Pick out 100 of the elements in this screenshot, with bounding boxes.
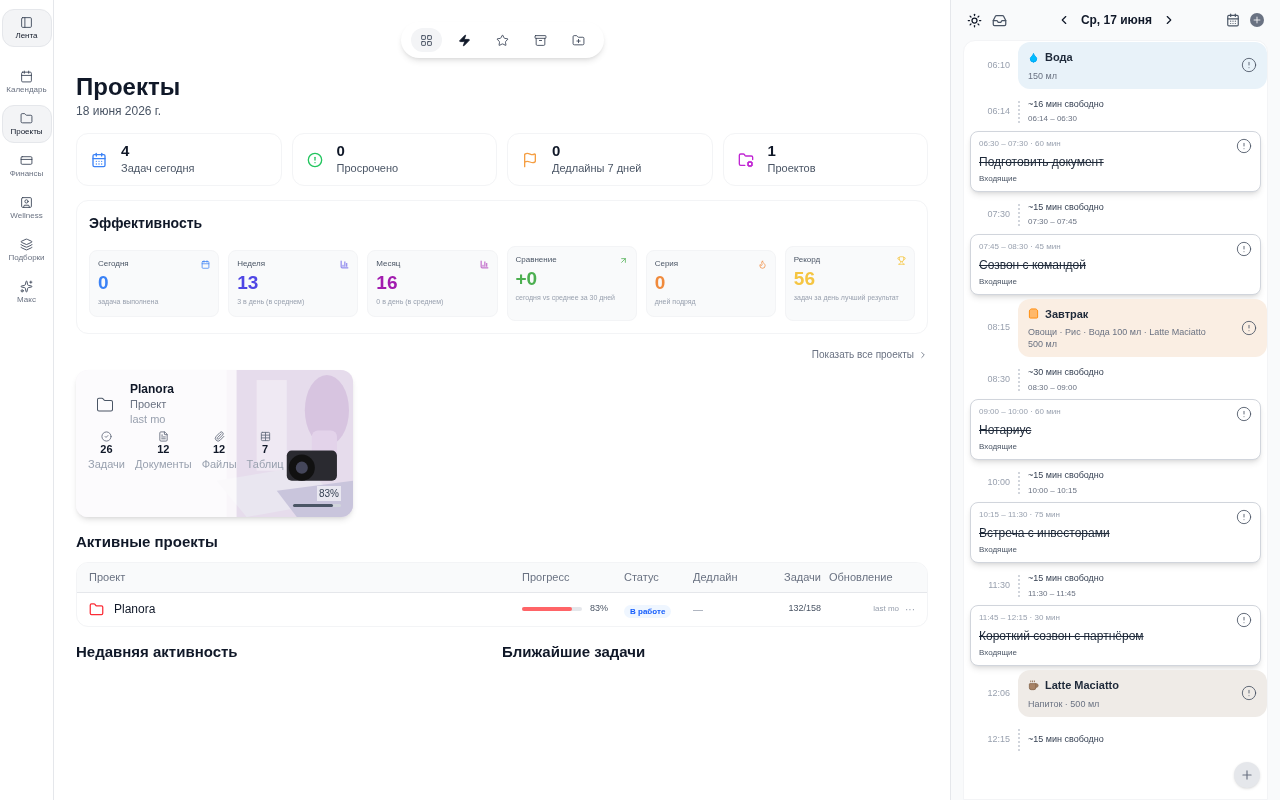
count-value: 26 xyxy=(100,442,113,456)
meal-detail: Напиток · 500 мл xyxy=(1028,697,1101,710)
sidebar-item[interactable]: Финансы xyxy=(1,147,52,185)
task-card[interactable]: 06:30 – 07:30 · 60 мин Подготовить документ Входящие xyxy=(970,130,1261,192)
metric-label: Сегодня xyxy=(98,258,129,270)
page-title: Проекты xyxy=(76,72,182,102)
time-label: 08:30 xyxy=(986,373,1010,387)
time-label: 11:30 xyxy=(987,579,1010,593)
section-title: Активные проекты xyxy=(76,532,219,552)
card-icon xyxy=(20,154,33,167)
section-title: Ближайшие задачи xyxy=(502,641,647,662)
column-header: Статус xyxy=(624,569,660,585)
meal-title: Вода xyxy=(1045,50,1073,65)
alert-icon[interactable] xyxy=(1236,240,1252,257)
chevron-icon xyxy=(918,349,928,360)
meal-card[interactable]: Завтрак Овощи · Рис · Вода 100 мл · Latte Maciatto 500 мл xyxy=(1018,298,1267,357)
free-time-label: ~15 мин свободно xyxy=(1028,572,1104,586)
time-range: 08:30 – 09:00 xyxy=(1028,381,1078,394)
task-title: Нотариус xyxy=(979,422,1033,439)
time-range: 06:14 – 06:30 xyxy=(1028,113,1078,126)
time-range: 11:30 – 11:45 xyxy=(1028,587,1077,600)
add-button[interactable] xyxy=(1250,13,1264,27)
free-time-label: ~15 мин свободно xyxy=(1028,469,1104,483)
project-name: Planora xyxy=(130,382,174,397)
time-range: 11:45 – 12:15 · 30 мин xyxy=(979,612,1061,624)
calendar-icon[interactable] xyxy=(1226,13,1240,27)
count-label: Файлы xyxy=(201,457,237,472)
sun-icon[interactable] xyxy=(967,12,982,28)
alert-icon[interactable] xyxy=(1241,685,1257,702)
star-icon xyxy=(495,33,509,47)
page-date: 18 июня 2026 г. xyxy=(76,103,163,120)
meal-card[interactable]: Вода 150 мл xyxy=(1018,42,1267,89)
task-card[interactable]: 11:45 – 12:15 · 30 мин Короткий созвон с партнёром Входящие xyxy=(970,605,1261,666)
dotted-line xyxy=(1018,369,1020,391)
meal-detail: 150 мл xyxy=(1028,69,1058,82)
inbox-icon[interactable] xyxy=(992,12,1007,28)
alert-icon[interactable] xyxy=(1236,612,1252,628)
alert-icon[interactable] xyxy=(1241,319,1257,336)
metric-value: 56 xyxy=(793,268,816,290)
count-label: Таблиц xyxy=(246,457,284,472)
free-time-label: ~15 мин свободно xyxy=(1028,200,1104,214)
column-header: Задачи xyxy=(783,569,821,585)
time-range: 07:45 – 08:30 · 45 мин xyxy=(979,240,1062,253)
time-label: 12:15 xyxy=(986,732,1010,746)
column-header: Обновление xyxy=(829,569,893,585)
task-card[interactable]: 10:15 – 11:30 · 75 мин Встреча с инвесторами Входящие xyxy=(970,502,1261,563)
dotted-line xyxy=(1018,100,1020,123)
alert-icon[interactable] xyxy=(1236,406,1252,422)
sidebar-item[interactable]: Подборки xyxy=(1,231,52,269)
count-label: Документы xyxy=(134,457,192,472)
task-list-label: Входящие xyxy=(979,172,1018,185)
count-value: 12 xyxy=(157,442,170,456)
column-header: Дедлайн xyxy=(693,569,739,585)
time-label: 06:14 xyxy=(986,104,1010,118)
show-all-link[interactable]: Показать все проекты xyxy=(811,347,928,362)
bar-chart-icon xyxy=(340,259,350,269)
stat-value: 4 xyxy=(121,142,131,161)
panel-icon xyxy=(20,16,33,29)
sidebar-item[interactable]: Проекты xyxy=(1,105,52,143)
metric-value: 0 xyxy=(654,272,667,294)
bag-icon xyxy=(1028,308,1039,320)
task-title: Короткий созвон с партнёром xyxy=(979,628,1145,645)
sidebar-item[interactable]: Лента xyxy=(1,9,52,47)
metric-label: Месяц xyxy=(376,258,401,270)
progress-percent: 83% xyxy=(317,486,341,501)
task-title: Созвон с командой xyxy=(979,256,1087,274)
task-card[interactable]: 07:45 – 08:30 · 45 мин Созвон с командой Входящие xyxy=(970,233,1261,295)
section-title: Эффективность xyxy=(89,214,204,233)
dotted-line xyxy=(1018,728,1020,751)
folder-icon xyxy=(96,395,114,414)
folder-icon xyxy=(20,112,33,125)
task-card[interactable]: 09:00 – 10:00 · 60 мин Нотариус Входящие xyxy=(970,399,1261,460)
metric-value: +0 xyxy=(515,268,539,290)
time-label: 06:10 xyxy=(986,58,1010,72)
drop-icon xyxy=(1028,51,1039,63)
alert-icon[interactable] xyxy=(1241,57,1257,74)
profile-icon xyxy=(20,196,33,209)
task-list-label: Входящие xyxy=(979,275,1018,288)
sidebar-item[interactable]: Wellness xyxy=(1,189,52,227)
flame-icon xyxy=(757,259,767,269)
section-title: Недавняя активность xyxy=(76,641,239,662)
alert-icon[interactable] xyxy=(1236,137,1252,154)
project-name[interactable]: Planora xyxy=(114,600,156,618)
layers-icon xyxy=(20,238,33,251)
task-title: Подготовить документ xyxy=(979,153,1105,171)
folder-icon xyxy=(89,601,104,617)
count-label: Задачи xyxy=(88,457,125,472)
arrow-icon xyxy=(618,255,628,265)
sidebar-item[interactable]: Макс xyxy=(1,273,52,311)
alert-icon[interactable] xyxy=(1236,509,1252,525)
updated-cell-text: last mo xyxy=(872,603,899,615)
metric-value: 0 xyxy=(98,272,110,294)
meal-card[interactable]: Latte Maciatto Напиток · 500 мл xyxy=(1018,670,1267,717)
project-card[interactable]: Planora Проект last mo 26 Задачи 12 Документы 12 Файлы 7 Таблиц 83% xyxy=(76,370,353,517)
dotted-line xyxy=(1018,575,1020,597)
calendar-icon xyxy=(201,259,211,269)
time-label: 12:06 xyxy=(986,686,1010,700)
time-label: 10:00 xyxy=(986,476,1010,490)
sidebar-item[interactable]: Календарь xyxy=(1,63,52,101)
stat-label: Задач сегодня xyxy=(121,161,195,177)
